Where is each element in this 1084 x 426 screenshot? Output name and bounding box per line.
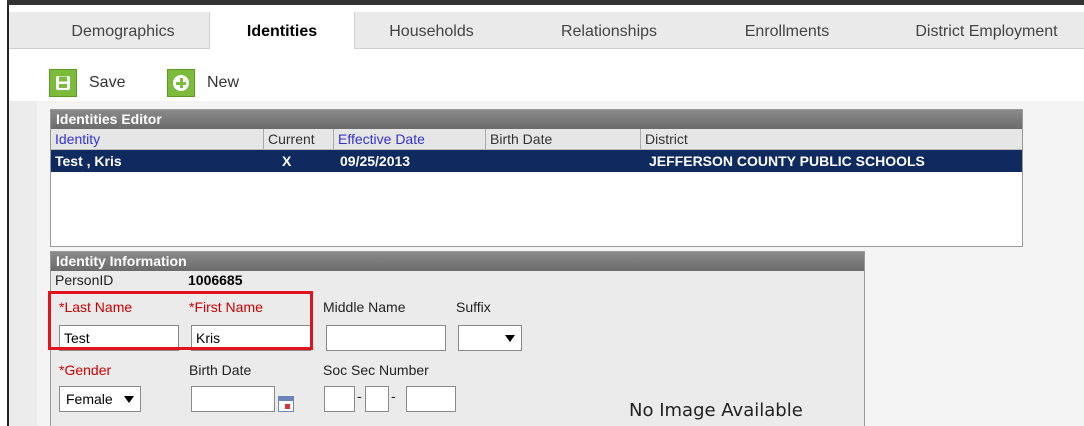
ssn-part3-input[interactable] <box>406 386 456 412</box>
tab-relationships[interactable]: Relationships <box>519 12 699 48</box>
editor-title: Identities Editor <box>51 110 1022 129</box>
save-icon <box>49 69 77 97</box>
left-gutter <box>9 101 37 426</box>
toolbar: Save New <box>9 49 1084 101</box>
identity-information-panel: Identity Information PersonID 1006685 *L… <box>50 251 865 426</box>
window-left-border <box>0 0 9 426</box>
calendar-icon[interactable] <box>278 396 294 412</box>
no-image-text: No Image Available <box>629 400 803 421</box>
middle-name-input[interactable] <box>326 325 446 351</box>
ssn-part1-input[interactable] <box>324 386 355 412</box>
cell-identity: Test , Kris <box>55 153 122 169</box>
column-header-district[interactable]: District <box>641 129 1022 149</box>
gender-value: Female <box>66 391 113 407</box>
tab-bar: Demographics Identities Households Relat… <box>9 12 1084 49</box>
tab-enrollments[interactable]: Enrollments <box>702 12 872 48</box>
column-header-current[interactable]: Current <box>264 129 334 149</box>
floppy-disk-icon <box>56 76 70 90</box>
cell-effective-date: 09/25/2013 <box>340 153 411 169</box>
app: Demographics Identities Households Relat… <box>9 5 1084 426</box>
last-name-input[interactable]: Test <box>59 325 179 351</box>
grid-header: Identity Current Effective Date Birth Da… <box>51 129 1022 150</box>
cell-district: JEFFERSON COUNTY PUBLIC SCHOOLS <box>649 153 925 169</box>
suffix-label: Suffix <box>456 299 491 315</box>
gender-label: *Gender <box>59 362 112 378</box>
first-name-label: *First Name <box>189 299 263 315</box>
column-header-birth-date[interactable]: Birth Date <box>486 129 641 149</box>
save-button[interactable]: Save <box>49 69 125 97</box>
new-icon <box>167 69 195 97</box>
ssn-part2-input[interactable] <box>365 386 389 412</box>
tab-identities[interactable]: Identities <box>209 12 355 49</box>
column-header-identity[interactable]: Identity <box>51 129 264 149</box>
info-title: Identity Information <box>51 252 864 271</box>
new-button[interactable]: New <box>167 69 239 97</box>
birth-date-input[interactable] <box>191 386 275 412</box>
first-name-input[interactable]: Kris <box>191 325 311 351</box>
birth-date-label: Birth Date <box>189 362 252 378</box>
middle-name-label: Middle Name <box>323 299 406 315</box>
identities-editor: Identities Editor Identity Current Effec… <box>50 109 1023 247</box>
tab-demographics[interactable]: Demographics <box>37 12 209 48</box>
chevron-down-icon <box>124 396 134 403</box>
cell-birth-date <box>486 150 641 172</box>
cell-current: X <box>282 153 292 169</box>
plus-circle-icon <box>173 75 189 91</box>
last-name-label: *Last Name <box>59 299 133 315</box>
gender-select[interactable]: Female <box>59 386 141 412</box>
ssn-separator: - <box>357 388 362 404</box>
column-header-effective-date[interactable]: Effective Date <box>334 129 486 149</box>
suffix-select[interactable] <box>458 325 522 351</box>
tab-district-employment[interactable]: District Employment <box>889 12 1084 48</box>
person-id-label: PersonID <box>55 272 114 288</box>
chevron-down-icon <box>505 335 515 342</box>
new-label: New <box>207 74 240 91</box>
person-id-value: 1006685 <box>188 272 243 288</box>
table-row[interactable]: Test , Kris X 09/25/2013 JEFFERSON COUNT… <box>51 150 1022 172</box>
tab-households[interactable]: Households <box>354 12 509 48</box>
ssn-separator: - <box>391 388 396 404</box>
ssn-label: Soc Sec Number <box>323 362 429 378</box>
save-label: Save <box>89 74 126 91</box>
